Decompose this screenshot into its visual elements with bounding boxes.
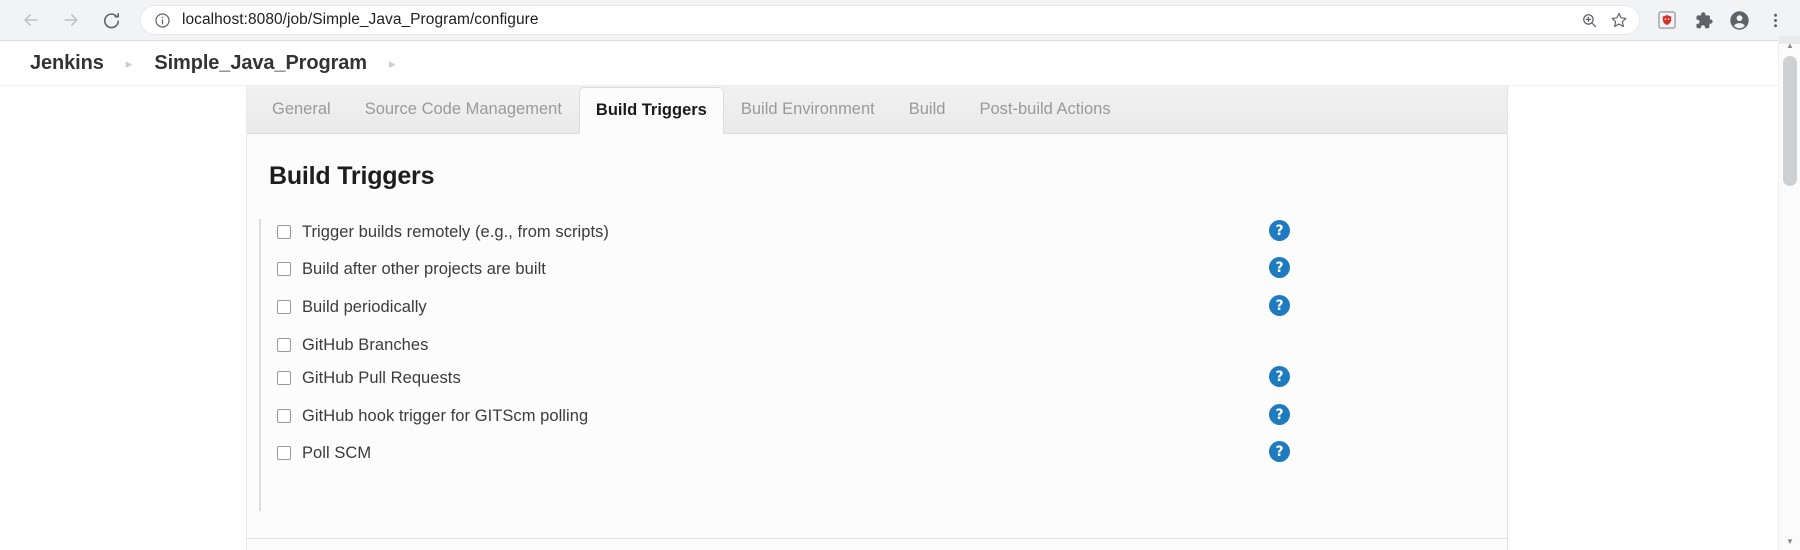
browser-toolbar: localhost:8080/job/Simple_Java_Program/c… — [0, 0, 1800, 41]
trigger-row[interactable]: GitHub Pull Requests? — [261, 365, 1501, 391]
checkbox-build-after-other-projects-are-built[interactable] — [277, 262, 291, 276]
job-configure-card: General Source Code Management Build Trigg… — [246, 86, 1508, 550]
card-bottom-divider — [246, 538, 1508, 539]
arrow-right-icon — [61, 10, 81, 30]
help-icon[interactable]: ? — [1269, 295, 1290, 316]
trigger-label[interactable]: GitHub Pull Requests — [302, 369, 461, 388]
trigger-row[interactable]: Build periodically? — [261, 294, 1501, 320]
breadcrumb: Jenkins ▸ Simple_Java_Program ▸ — [0, 52, 418, 75]
breadcrumb-separator-icon: ▸ — [125, 55, 133, 71]
reload-icon — [102, 11, 121, 30]
breadcrumb-item-job[interactable]: Simple_Java_Program — [154, 52, 367, 75]
breadcrumb-separator-icon: ▸ — [389, 55, 396, 71]
scroll-up-arrow-icon[interactable]: ▲ — [1779, 36, 1800, 54]
help-icon[interactable]: ? — [1269, 404, 1290, 425]
checkbox-trigger-builds-remotely-e-g-from-scripts-[interactable] — [277, 225, 291, 239]
trigger-row[interactable]: Build after other projects are built? — [261, 256, 1501, 282]
vertical-scrollbar[interactable]: ▲ ▼ — [1778, 36, 1800, 550]
tab-post-build-actions[interactable]: Post-build Actions — [962, 86, 1127, 133]
trigger-row[interactable]: GitHub hook trigger for GITScm polling? — [261, 403, 1501, 429]
page-title: Build Triggers — [269, 162, 435, 190]
url-text: localhost:8080/job/Simple_Java_Program/c… — [182, 11, 539, 28]
trigger-label[interactable]: Build after other projects are built — [302, 260, 546, 279]
help-icon[interactable]: ? — [1269, 441, 1290, 462]
tab-build-triggers[interactable]: Build Triggers — [578, 87, 724, 134]
checkbox-github-hook-trigger-for-gitscm-polling[interactable] — [277, 409, 291, 423]
help-icon[interactable]: ? — [1269, 220, 1290, 241]
config-tab-panel: Build Triggers Trigger builds remotely (… — [247, 134, 1507, 550]
checkbox-poll-scm[interactable] — [277, 446, 291, 460]
help-icon[interactable]: ? — [1269, 257, 1290, 278]
trigger-label[interactable]: Build periodically — [302, 298, 427, 317]
tab-general[interactable]: General — [255, 86, 348, 133]
breadcrumb-item-jenkins[interactable]: Jenkins — [30, 52, 104, 75]
back-button[interactable] — [14, 3, 48, 37]
trigger-row[interactable]: Poll SCM? — [261, 440, 1501, 466]
scrollbar-thumb[interactable] — [1783, 56, 1797, 186]
extension-icons — [1650, 3, 1800, 37]
trigger-row[interactable]: GitHub Branches — [261, 332, 1501, 358]
tab-build-environment[interactable]: Build Environment — [724, 86, 892, 133]
checkbox-build-periodically[interactable] — [277, 300, 291, 314]
trigger-label[interactable]: Trigger builds remotely (e.g., from scri… — [302, 223, 609, 242]
forward-button[interactable] — [54, 3, 88, 37]
config-tab-bar: General Source Code Management Build Trigg… — [247, 86, 1507, 134]
trigger-label[interactable]: GitHub Branches — [302, 336, 428, 355]
zoom-in-icon[interactable] — [1576, 7, 1602, 33]
arrow-left-icon — [21, 10, 41, 30]
shield-extension-icon[interactable] — [1650, 3, 1684, 37]
page-body: General Source Code Management Build Trigg… — [0, 86, 1778, 550]
puzzle-piece-icon[interactable] — [1686, 3, 1720, 37]
help-icon[interactable]: ? — [1269, 366, 1290, 387]
scroll-down-arrow-icon[interactable]: ▼ — [1779, 532, 1800, 550]
checkbox-github-pull-requests[interactable] — [277, 371, 291, 385]
site-info-icon[interactable] — [154, 12, 171, 29]
star-icon[interactable] — [1606, 7, 1632, 33]
jenkins-header: Jenkins ▸ Simple_Java_Program ▸ — [0, 41, 1778, 86]
trigger-label[interactable]: Poll SCM — [302, 444, 371, 463]
tab-source-code-management[interactable]: Source Code Management — [348, 86, 579, 133]
trigger-label[interactable]: GitHub hook trigger for GITScm polling — [302, 407, 588, 426]
reload-button[interactable] — [94, 3, 128, 37]
address-bar[interactable]: localhost:8080/job/Simple_Java_Program/c… — [140, 5, 1640, 35]
trigger-row[interactable]: Trigger builds remotely (e.g., from scri… — [261, 219, 1501, 245]
profile-avatar-icon[interactable] — [1722, 3, 1756, 37]
three-dot-menu-icon[interactable] — [1758, 3, 1792, 37]
checkbox-github-branches[interactable] — [277, 338, 291, 352]
tab-build[interactable]: Build — [892, 86, 963, 133]
build-triggers-list: Trigger builds remotely (e.g., from scri… — [259, 219, 1507, 511]
